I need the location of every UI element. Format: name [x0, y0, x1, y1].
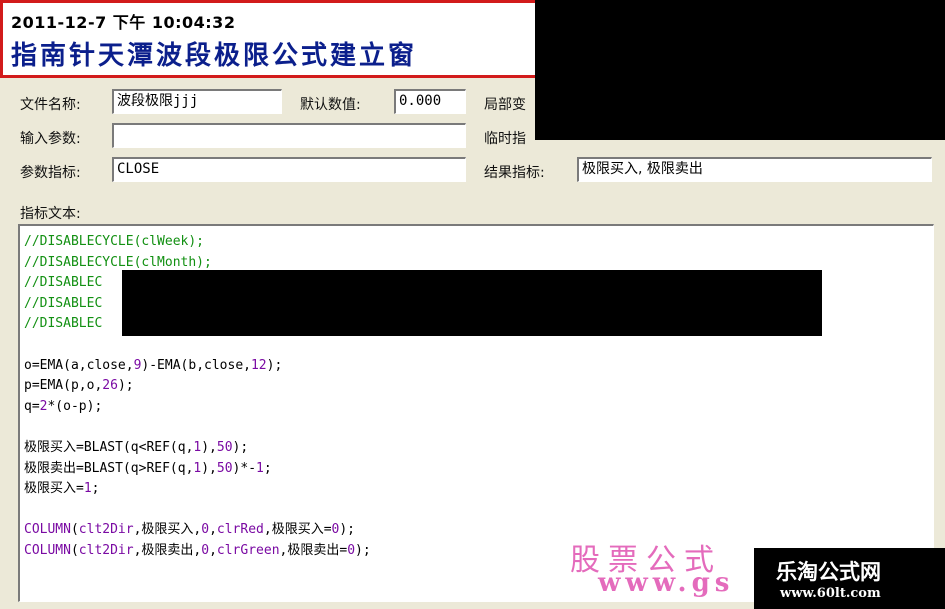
code-token: ); — [232, 439, 249, 455]
code-token: 26 — [102, 378, 118, 394]
temp-index-label: 临时指 — [484, 131, 526, 147]
code-token: //DISABLECYCLE(clMonth); — [24, 254, 212, 270]
index-text-label: 指标文本: — [20, 206, 81, 222]
result-index-label: 结果指标: — [484, 165, 545, 181]
code-token: ,极限买入, — [133, 522, 202, 538]
code-token: ( — [70, 522, 79, 538]
code-token: clt2Dir — [78, 522, 134, 538]
code-token: ); — [355, 542, 371, 558]
code-token: o=EMA(a,close, — [24, 357, 134, 373]
code-token: , — [209, 522, 217, 538]
code-token: 0 — [201, 542, 210, 558]
code-token: *(o-p); — [47, 398, 103, 414]
window-title: 指南针天潭波段极限公式建立窗 — [11, 41, 418, 71]
code-token: q= — [24, 398, 40, 414]
code-token: //DISABLEC — [24, 275, 103, 291]
logo-url: www.60lt.com — [780, 586, 881, 601]
code-token: 1 — [83, 481, 92, 497]
code-line: p=EMA(p,o,26); — [24, 376, 371, 397]
code-token: 12 — [250, 357, 267, 373]
code-token: 50 — [216, 439, 233, 455]
param-index-label: 参数指标: — [20, 165, 81, 181]
file-name-input[interactable]: 波段极限jjj — [112, 89, 282, 114]
code-token: 1 — [256, 460, 264, 476]
code-token: COLUMN — [24, 542, 71, 558]
code-token: 极限买入= — [24, 481, 84, 497]
code-token: //DISABLEC — [24, 295, 103, 311]
code-token: ; — [91, 481, 100, 497]
code-token: ,极限卖出, — [133, 542, 202, 558]
code-token: 0 — [347, 542, 356, 558]
code-token: COLUMN — [24, 522, 71, 538]
code-token: ( — [70, 542, 79, 558]
redacted-area-middle — [122, 270, 822, 336]
code-line: o=EMA(a,close,9)-EMA(b,close,12); — [24, 356, 371, 377]
result-index-input[interactable]: 极限买入, 极限卖出 — [577, 157, 932, 182]
input-params-input[interactable] — [112, 123, 466, 148]
watermark-url: www.gs — [598, 568, 735, 598]
code-token: 极限买入=BLAST(q<REF(q, — [24, 439, 194, 455]
redacted-area-top-right — [535, 0, 945, 140]
timestamp: 2011-12-7 下午 10:04:32 — [11, 13, 236, 32]
code-token: clrRed — [216, 522, 264, 538]
code-token: ); — [266, 357, 283, 373]
code-token: ), — [201, 439, 217, 455]
code-token: ); — [339, 522, 356, 538]
input-params-label: 输入参数: — [20, 131, 81, 147]
header-banner: 2011-12-7 下午 10:04:32 指南针天潭波段极限公式建立窗 — [0, 0, 560, 78]
code-token: )*- — [232, 460, 257, 476]
code-token: ; — [263, 460, 272, 476]
code-token: ); — [117, 378, 134, 394]
code-token: ,极限买入= — [263, 522, 332, 538]
file-name-label: 文件名称: — [20, 97, 81, 113]
code-token: clrGreen — [216, 542, 280, 558]
code-line: 极限买入=BLAST(q<REF(q,1),50); — [24, 438, 371, 459]
code-line: 极限买入=1; — [24, 479, 371, 500]
logo-name: 乐淘公式网 — [776, 560, 881, 584]
code-token: //DISABLEC — [24, 316, 103, 332]
default-value-label: 默认数值: — [300, 97, 361, 113]
code-line: q=2*(o-p); — [24, 397, 371, 418]
code-token: p=EMA(p,o, — [24, 378, 103, 394]
code-token: , — [209, 542, 217, 558]
code-token: )-EMA(b,close, — [141, 357, 251, 373]
code-token: clt2Dir — [78, 542, 134, 558]
code-line: COLUMN(clt2Dir,极限买入,0,clrRed,极限买入=0); — [24, 520, 371, 541]
local-variable-label: 局部变 — [484, 97, 526, 113]
code-token: 极限卖出=BLAST(q>REF(q, — [24, 460, 194, 476]
code-token: //DISABLECYCLE(clWeek); — [24, 234, 205, 249]
param-index-input[interactable]: CLOSE — [112, 157, 466, 182]
default-value-input[interactable]: 0.000 — [394, 89, 466, 114]
code-line: //DISABLECYCLE(clWeek); — [24, 232, 371, 253]
code-token: ), — [201, 460, 217, 476]
code-line: 极限卖出=BLAST(q>REF(q,1),50)*-1; — [24, 459, 371, 480]
code-token: 50 — [216, 460, 233, 476]
site-logo: 乐淘公式网 www.60lt.com — [754, 548, 945, 609]
code-line: COLUMN(clt2Dir,极限卖出,0,clrGreen,极限卖出=0); — [24, 541, 371, 562]
code-token: 0 — [201, 522, 210, 538]
code-token: ,极限卖出= — [279, 542, 348, 558]
